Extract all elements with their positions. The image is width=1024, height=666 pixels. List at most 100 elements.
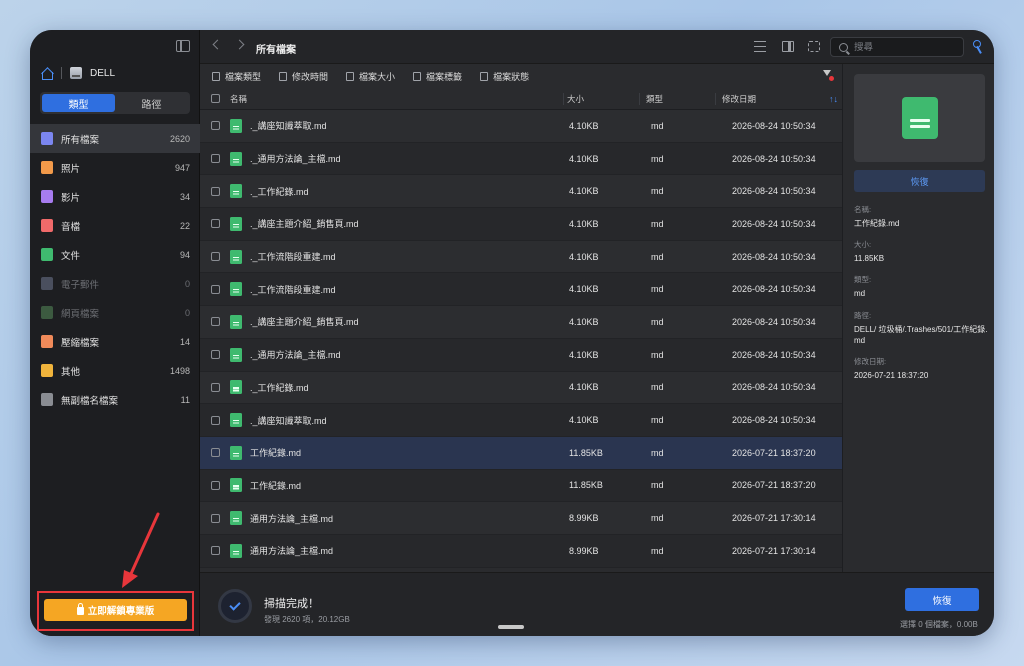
list-view-icon[interactable]	[754, 41, 766, 52]
filter-dropdown[interactable]: 檔案類型	[212, 70, 261, 83]
file-size: 4.10KB	[569, 415, 599, 426]
search-input[interactable]	[854, 41, 954, 53]
clear-filter-icon[interactable]	[823, 70, 834, 81]
category-label: 影片	[61, 192, 81, 204]
view-segment: 類型 路徑	[40, 92, 190, 114]
resize-handle[interactable]	[498, 625, 524, 629]
segment-path[interactable]: 路徑	[115, 94, 188, 112]
category-label: 網頁檔案	[61, 308, 100, 320]
sidebar-category[interactable]: 壓縮檔案 14	[30, 327, 200, 356]
table-row[interactable]: ._工作流階段重建.md 4.10KB md 2026-08-24 10:50:34	[200, 273, 842, 307]
preview-thumbnail	[854, 74, 985, 162]
file-date: 2026-08-24 10:50:34	[732, 218, 816, 229]
sidebar-category[interactable]: 網頁檔案 0	[30, 298, 200, 327]
sidebar-category[interactable]: 所有檔案 2620	[30, 124, 200, 153]
file-name: ._工作紀錄.md	[250, 186, 309, 197]
header-size[interactable]: 大小	[563, 92, 639, 105]
preview-recover-button[interactable]: 恢復	[854, 170, 985, 192]
file-type: md	[651, 218, 664, 229]
check-icon	[229, 598, 241, 611]
row-checkbox[interactable]	[210, 480, 220, 490]
row-checkbox[interactable]	[210, 252, 220, 262]
table-header: 名稱 大小 類型 修改日期 ↑↓	[200, 88, 842, 110]
filter-dropdown[interactable]: 檔案標籤	[413, 70, 462, 83]
row-checkbox[interactable]	[210, 284, 220, 294]
lock-icon	[76, 603, 84, 615]
segment-type[interactable]: 類型	[42, 94, 115, 112]
row-checkbox[interactable]	[210, 382, 220, 392]
filter-dropdown[interactable]: 修改時間	[279, 70, 328, 83]
unlock-pro-button[interactable]: 立即解鎖專業版	[44, 599, 187, 621]
scan-status-title: 掃描完成！	[264, 598, 319, 610]
row-checkbox[interactable]	[210, 186, 220, 196]
category-label: 其他	[61, 366, 81, 378]
table-row[interactable]: ._講座知識萃取.md 4.10KB md 2026-08-24 10:50:34	[200, 404, 842, 437]
row-checkbox[interactable]	[210, 350, 220, 360]
sort-icon[interactable]: ↑↓	[829, 94, 838, 104]
table-row[interactable]: ._工作紀錄.md 4.10KB md 2026-08-24 10:50:34	[200, 371, 842, 405]
file-type: md	[651, 415, 664, 426]
select-all-checkbox[interactable]	[210, 94, 220, 103]
annotation-highlight-box: 立即解鎖專業版	[37, 591, 194, 631]
file-size: 4.10KB	[569, 218, 599, 229]
category-list: 所有檔案 2620 照片 947 影片 34 音檔 22 文件 94 電子郵件 0 網頁檔案 0 壓縮檔案 1…	[30, 124, 200, 414]
table-row[interactable]: 通用方法論_主檔.md 8.99KB md 2026-07-21 17:30:14	[200, 534, 842, 568]
filter-bar: 檔案類型 修改時間 檔案大小 檔案標籤 檔案狀態	[200, 64, 842, 88]
home-icon[interactable]	[40, 67, 53, 80]
file-date: 2026-08-24 10:50:34	[732, 349, 816, 360]
header-name[interactable]: 名稱	[230, 93, 563, 105]
row-checkbox[interactable]	[210, 121, 220, 131]
row-checkbox[interactable]	[210, 546, 220, 556]
sidebar-toggle-icon[interactable]	[176, 40, 190, 52]
table-row[interactable]: ._講座主題介紹_銷售頁.md 4.10KB md 2026-08-24 10:50:…	[200, 208, 842, 241]
back-arrow-icon[interactable]	[212, 39, 223, 50]
table-row[interactable]: ._通用方法論_主檔.md 4.10KB md 2026-08-24 10:50:34	[200, 338, 842, 372]
table-row[interactable]: ._講座知識萃取.md 4.10KB md 2026-08-24 10:50:34	[200, 110, 842, 143]
filter-dropdown[interactable]: 檔案大小	[346, 70, 395, 83]
table-row[interactable]: 工作紀錄.md 11.85KB md 2026-07-21 18:37:20	[200, 436, 842, 470]
table-row[interactable]: ._講座主題介紹_銷售頁.md 4.10KB md 2026-08-24 10:50:…	[200, 306, 842, 339]
forward-arrow-icon[interactable]	[234, 39, 245, 50]
table-row[interactable]: 通用方法論_主檔.md 8.99KB md 2026-07-21 17:30:14	[200, 502, 842, 535]
file-name: 工作紀錄.md	[250, 480, 302, 491]
scan-status-summary: 發現 2620 項，20.12GB	[264, 615, 350, 624]
category-icon	[41, 306, 53, 319]
recover-button[interactable]: 恢復	[905, 588, 979, 611]
row-checkbox[interactable]	[210, 513, 220, 523]
document-icon	[230, 511, 242, 526]
file-date: 2026-07-21 18:37:20	[732, 480, 816, 491]
row-checkbox[interactable]	[210, 219, 220, 229]
row-checkbox[interactable]	[210, 415, 220, 425]
table-row[interactable]: 工作紀錄.md 11.85KB md 2026-07-21 18:37:20	[200, 469, 842, 503]
file-date: 2026-07-21 18:37:20	[732, 447, 816, 458]
table-row[interactable]: ._工作流階段重建.md 4.10KB md 2026-08-24 10:50:34	[200, 240, 842, 274]
sidebar-category[interactable]: 文件 94	[30, 240, 200, 269]
table-row[interactable]: ._工作紀錄.md 4.10KB md 2026-08-24 10:50:34	[200, 175, 842, 209]
unlock-pro-label: 立即解鎖專業版	[87, 606, 155, 617]
sidebar-category[interactable]: 電子郵件 0	[30, 269, 200, 298]
sidebar-category[interactable]: 照片 947	[30, 153, 200, 182]
scan-icon[interactable]	[808, 41, 820, 52]
file-size: 4.10KB	[569, 316, 599, 327]
search-icon	[839, 42, 848, 52]
table-row[interactable]: ._通用方法論_主檔.md 4.10KB md 2026-08-24 10:50:34	[200, 142, 842, 176]
table-body: ._講座知識萃取.md 4.10KB md 2026-08-24 10:50:34 ._…	[200, 110, 842, 568]
preview-panel-icon[interactable]	[782, 41, 794, 52]
key-icon[interactable]	[973, 40, 986, 55]
row-checkbox[interactable]	[210, 448, 220, 458]
row-checkbox[interactable]	[210, 154, 220, 164]
row-checkbox[interactable]	[210, 317, 220, 327]
path-value: DELL/ 垃圾桶/.Trashes/501/工作紀錄.md	[854, 324, 988, 345]
filter-icon	[413, 71, 422, 81]
file-name: ._工作流階段重建.md	[250, 284, 336, 295]
sidebar-category[interactable]: 音檔 22	[30, 211, 200, 240]
document-icon	[230, 380, 242, 395]
sidebar-category[interactable]: 其他 1498	[30, 356, 200, 385]
filter-dropdown[interactable]: 檔案狀態	[480, 70, 529, 83]
sidebar: DELL 類型 路徑 所有檔案 2620 照片 947 影片 34 音檔 22 文件 94 電子郵件…	[30, 30, 200, 636]
header-date[interactable]: 修改日期	[715, 92, 842, 105]
header-type[interactable]: 類型	[639, 92, 715, 105]
file-name: ._講座知識萃取.md	[250, 121, 327, 132]
sidebar-category[interactable]: 無副檔名檔案 11	[30, 385, 200, 414]
sidebar-category[interactable]: 影片 34	[30, 182, 200, 211]
